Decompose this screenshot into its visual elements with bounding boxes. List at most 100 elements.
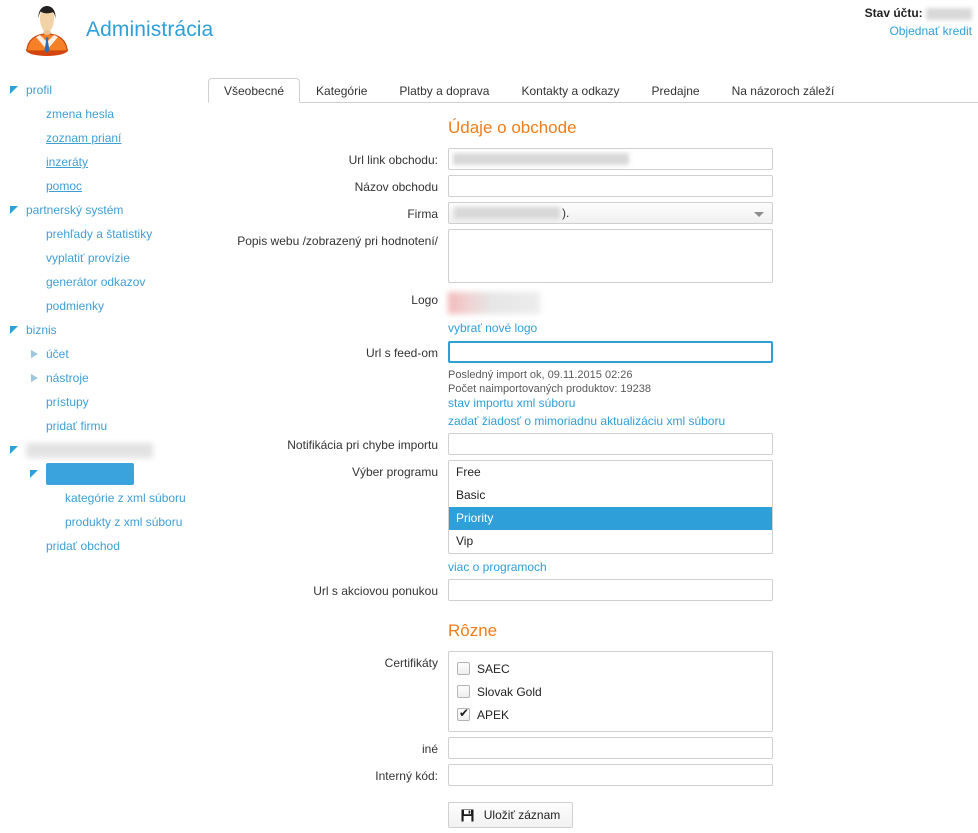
more-about-programs-link[interactable]: viac o programoch bbox=[448, 560, 547, 574]
sidebar: profil zmena hesla zoznam prianí inzeráty po… bbox=[0, 78, 205, 558]
sidebar-item-podmienky[interactable]: podmienky bbox=[0, 294, 205, 318]
sidebar-item-preh-ady-a-tatistiky[interactable]: prehľady a štatistiky bbox=[0, 222, 205, 246]
sidebar-item-label: vyplatiť provízie bbox=[46, 251, 130, 265]
certificates-group: SAEC Slovak Gold APEK bbox=[448, 651, 773, 732]
tab-kateg-rie[interactable]: Kategórie bbox=[300, 78, 383, 103]
company-value-redacted bbox=[454, 207, 560, 219]
checkbox-checked-icon[interactable] bbox=[457, 706, 470, 721]
tab-label: Platby a doprava bbox=[399, 84, 490, 98]
field-row-company: Firma ). bbox=[208, 202, 808, 224]
sidebar-item-zmena-hesla[interactable]: zmena hesla bbox=[0, 102, 205, 126]
sidebar-item-pr-stupy[interactable]: prístupy bbox=[0, 390, 205, 414]
field-row-logo: Logo vybrať nové logo bbox=[208, 288, 808, 335]
other-input[interactable] bbox=[448, 737, 773, 759]
program-option-vip[interactable]: Vip bbox=[449, 530, 772, 553]
tab-kontakty-a-odkazy[interactable]: Kontakty a odkazy bbox=[505, 78, 635, 103]
program-option-free[interactable]: Free bbox=[449, 461, 772, 484]
tab-na-n-zoroch-z-le[interactable]: Na názoroch záleží bbox=[716, 78, 851, 103]
certificate-label: APEK bbox=[477, 707, 510, 722]
feed-url-input[interactable] bbox=[448, 341, 773, 363]
account-status-row: Stav účtu: bbox=[865, 6, 972, 20]
sidebar-item-produkty-z-xml-s-boru[interactable]: produkty z xml súboru bbox=[0, 510, 205, 534]
tree-collapsed-arrow-icon bbox=[30, 373, 39, 383]
sidebar-item-label: pridať obchod bbox=[46, 539, 120, 553]
url-link-label: Url link obchodu: bbox=[348, 153, 438, 167]
order-credit-link[interactable]: Objednať kredit bbox=[865, 24, 972, 38]
tab-label: Kontakty a odkazy bbox=[521, 84, 620, 98]
certificates-label: Certifikáty bbox=[384, 656, 438, 670]
tree-expanded-arrow-icon bbox=[10, 325, 19, 335]
sidebar-item-redacted[interactable] bbox=[0, 438, 205, 462]
tab-label: Na názoroch záleží bbox=[731, 84, 835, 98]
sidebar-item-n-stroje[interactable]: nástroje bbox=[0, 366, 205, 390]
company-value-text: ). bbox=[562, 206, 570, 220]
url-link-value-redacted bbox=[453, 153, 629, 165]
sidebar-item-vyplati-prov-zie[interactable]: vyplatiť provízie bbox=[0, 246, 205, 270]
import-error-notify-label: Notifikácia pri chybe importu bbox=[287, 438, 438, 452]
save-row-spacer bbox=[208, 802, 448, 807]
certificate-row-apek[interactable]: APEK bbox=[457, 703, 764, 726]
page-header: Administrácia Stav účtu: Objednať kredit bbox=[0, 0, 978, 62]
sidebar-item-profil[interactable]: profil bbox=[0, 78, 205, 102]
sidebar-item-inzer-ty[interactable]: inzeráty bbox=[0, 150, 205, 174]
field-row-save: Uložiť záznam bbox=[208, 802, 808, 828]
program-label: Výber programu bbox=[351, 465, 438, 479]
user-avatar-icon bbox=[26, 6, 68, 56]
sidebar-item-label-redacted bbox=[26, 442, 153, 458]
sidebar-item-label: partnerský systém bbox=[26, 203, 124, 217]
sidebar-item-kateg-rie-z-xml-s-boru[interactable]: kategórie z xml súboru bbox=[0, 486, 205, 510]
save-button-label: Uložiť záznam bbox=[483, 808, 561, 822]
import-status-line1: Posledný import ok, 09.11.2015 02:26 bbox=[448, 369, 633, 381]
sidebar-item-et[interactable]: účet bbox=[0, 342, 205, 366]
choose-new-logo-link[interactable]: vybrať nové logo bbox=[448, 321, 537, 335]
program-listbox[interactable]: Free Basic Priority Vip bbox=[448, 460, 773, 554]
sidebar-item-label: nástroje bbox=[46, 371, 89, 385]
certificate-label: SAEC bbox=[477, 661, 510, 676]
tab-v-eobecn[interactable]: Všeobecné bbox=[208, 78, 301, 103]
field-row-import-error-notify: Notifikácia pri chybe importu bbox=[208, 433, 808, 455]
field-row-program: Výber programu Free Basic Priority Vip viac… bbox=[208, 460, 808, 574]
sidebar-item-label: prehľady a štatistiky bbox=[46, 227, 153, 241]
program-option-priority[interactable]: Priority bbox=[449, 507, 772, 530]
certificate-row-slovak-gold[interactable]: Slovak Gold bbox=[457, 680, 764, 703]
checkbox-unchecked-icon[interactable] bbox=[457, 685, 470, 698]
program-option-basic[interactable]: Basic bbox=[449, 484, 772, 507]
sidebar-item-gener-tor-odkazov[interactable]: generátor odkazov bbox=[0, 270, 205, 294]
tab-platby-a-doprava[interactable]: Platby a doprava bbox=[383, 78, 505, 103]
sidebar-item-pomoc[interactable]: pomoc bbox=[0, 174, 205, 198]
import-status-link[interactable]: stav importu xml súboru bbox=[448, 396, 575, 410]
sidebar-item-label: účet bbox=[46, 347, 69, 361]
sidebar-item-prida-obchod[interactable]: pridať obchod bbox=[0, 534, 205, 558]
sidebar-item-biznis[interactable]: biznis bbox=[0, 318, 205, 342]
program-option-label: Priority bbox=[456, 511, 494, 525]
sidebar-item-redacted[interactable] bbox=[0, 462, 205, 486]
sidebar-item-prida-firmu[interactable]: pridať firmu bbox=[0, 414, 205, 438]
other-label: iné bbox=[421, 742, 438, 756]
promo-url-input[interactable] bbox=[448, 579, 773, 601]
field-row-shop-name: Názov obchodu bbox=[208, 175, 808, 197]
sidebar-item-label: pomoc bbox=[46, 179, 83, 193]
save-button[interactable]: Uložiť záznam bbox=[448, 802, 573, 828]
certificate-row-saec[interactable]: SAEC bbox=[457, 657, 764, 680]
field-row-certificates: Certifikáty SAEC Slovak Gold APEK bbox=[208, 651, 808, 732]
promo-url-label: Url s akciovou ponukou bbox=[313, 584, 438, 598]
tab-predajne[interactable]: Predajne bbox=[636, 78, 716, 103]
sidebar-item-zoznam-prian[interactable]: zoznam prianí bbox=[0, 126, 205, 150]
request-xml-update-link[interactable]: zadať žiadosť o mimoriadnu aktualizáciu … bbox=[448, 414, 725, 428]
tab-label: Všeobecné bbox=[224, 84, 285, 98]
sidebar-item-partnersk-syst-m[interactable]: partnerský systém bbox=[0, 198, 205, 222]
shop-name-input[interactable] bbox=[448, 175, 773, 197]
sidebar-item-label: generátor odkazov bbox=[46, 275, 146, 289]
sidebar-item-selected-chip bbox=[46, 463, 134, 485]
sidebar-item-label: inzeráty bbox=[46, 155, 89, 169]
feed-url-label: Url s feed-om bbox=[365, 346, 438, 360]
sidebar-item-label: profil bbox=[26, 83, 53, 97]
internal-code-input[interactable] bbox=[448, 764, 773, 786]
section-heading-shop: Údaje o obchode bbox=[448, 118, 577, 137]
import-error-notify-input[interactable] bbox=[448, 433, 773, 455]
import-status-line2: Počet naimportovaných produktov: 19238 bbox=[448, 383, 652, 395]
tab-bar: Všeobecné Kategórie Platby a doprava Kontak… bbox=[208, 78, 978, 103]
description-textarea[interactable] bbox=[448, 229, 773, 283]
checkbox-unchecked-icon[interactable] bbox=[457, 662, 470, 675]
company-dropdown[interactable]: ). bbox=[448, 202, 773, 224]
